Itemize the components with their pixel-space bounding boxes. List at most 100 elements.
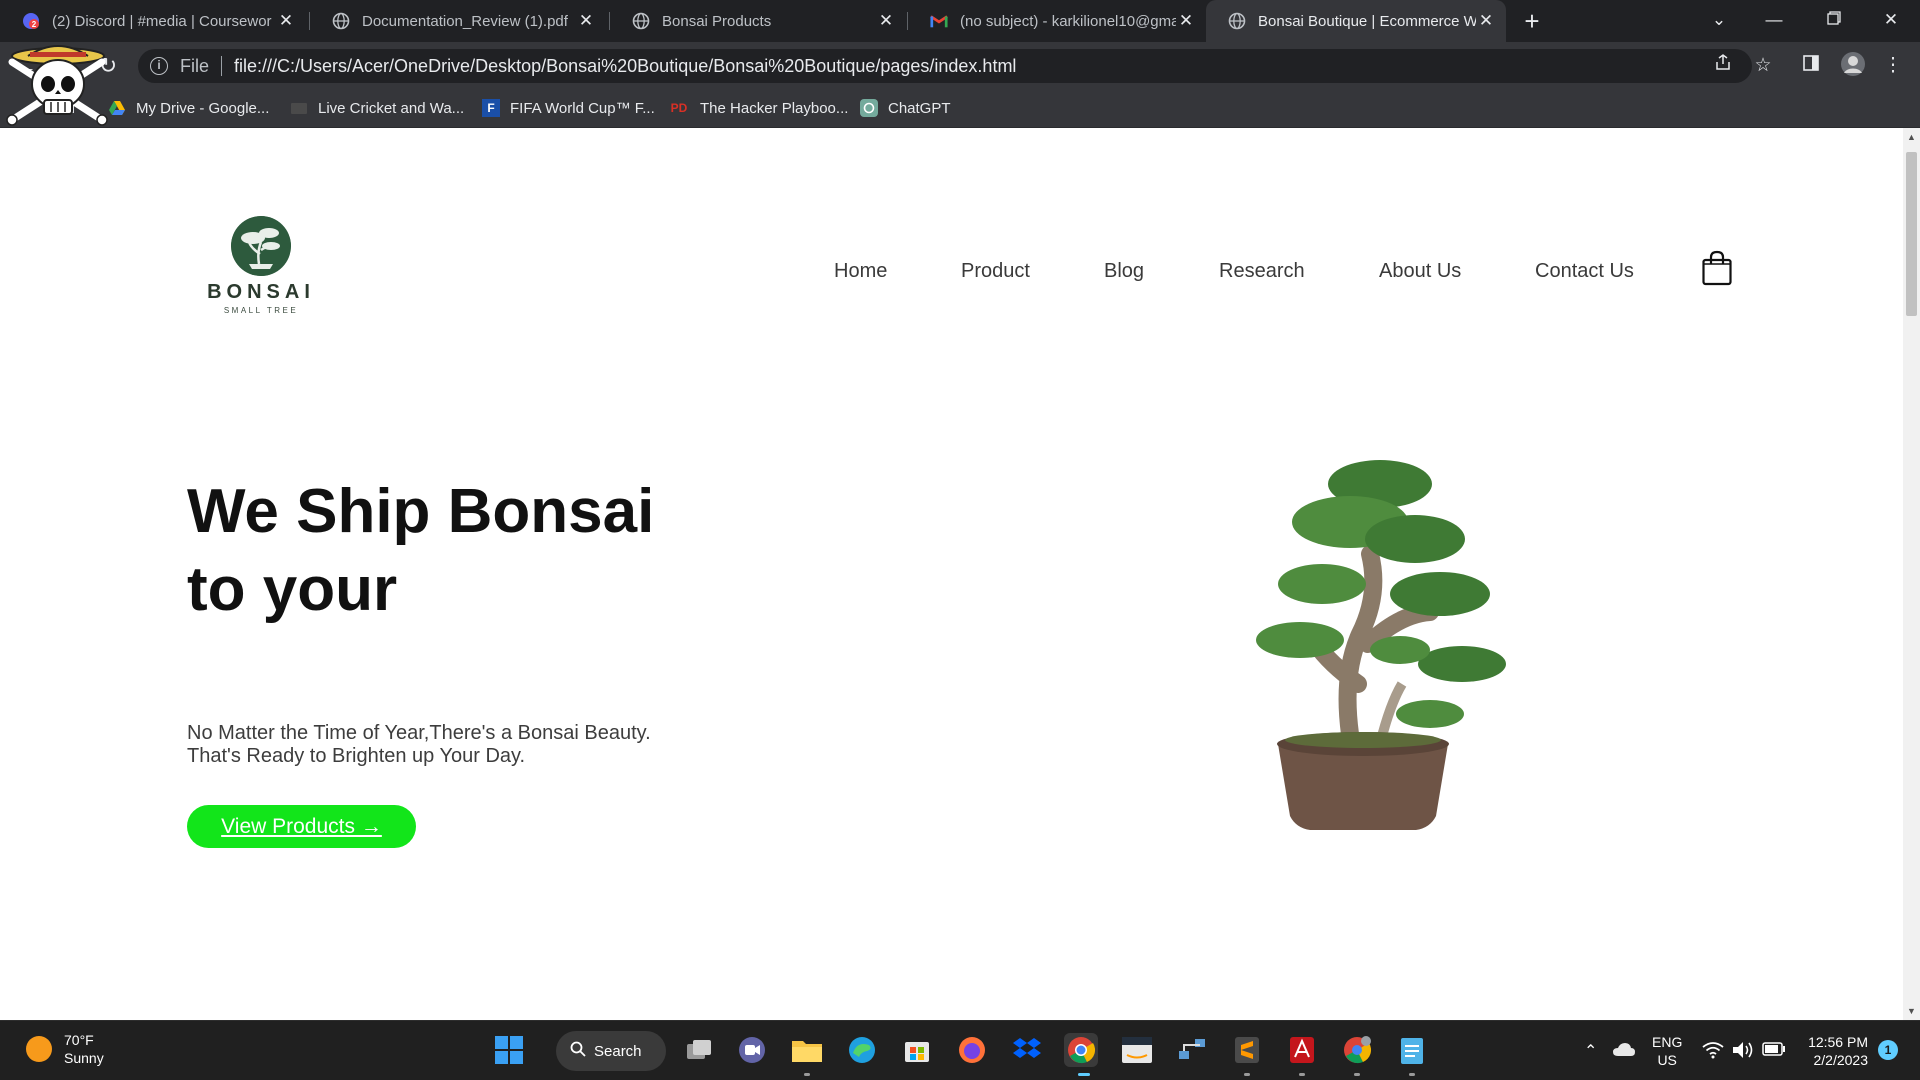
bookmark-hacker-playbook[interactable]: PD The Hacker Playboo...: [668, 90, 849, 126]
language-indicator[interactable]: ENG US: [1652, 1033, 1682, 1069]
windows-taskbar: 70°F Sunny Search ⌃ ENG US 12:56 PM 2/2/…: [0, 1020, 1920, 1080]
amazon-icon[interactable]: [1120, 1033, 1154, 1067]
svg-text:2: 2: [32, 20, 37, 29]
share-icon[interactable]: [1708, 51, 1738, 81]
tab-bonsai-boutique[interactable]: Bonsai Boutique | Ecommerce W ✕: [1206, 0, 1506, 42]
microsoft-store-icon[interactable]: [900, 1033, 934, 1067]
side-panel-icon[interactable]: [1796, 51, 1826, 81]
battery-icon[interactable]: [1762, 1042, 1786, 1059]
windows-start-icon[interactable]: [492, 1033, 526, 1067]
profile-avatar[interactable]: [1838, 51, 1868, 81]
chrome-icon[interactable]: [1064, 1033, 1098, 1067]
nav-blog[interactable]: Blog: [1104, 260, 1144, 283]
logo-brand: BONSAI: [207, 281, 315, 303]
running-indicator: [804, 1073, 810, 1076]
browser-tab-strip: 2 (2) Discord | #media | Coursewor ✕ Doc…: [0, 0, 1920, 42]
page-viewport: BONSAI SMALL TREE Home Product Blog Rese…: [0, 128, 1920, 1020]
notification-badge[interactable]: 1: [1878, 1040, 1898, 1060]
running-indicator: [1244, 1073, 1250, 1076]
task-view-icon[interactable]: [682, 1033, 716, 1067]
close-icon[interactable]: ✕: [276, 11, 296, 31]
bonsai-logo-icon: [231, 216, 291, 276]
hero-subtitle-line: That's Ready to Brighten up Your Day.: [187, 745, 526, 767]
notepad-icon[interactable]: [1395, 1033, 1429, 1067]
search-label: Search: [594, 1042, 642, 1060]
tab-discord[interactable]: 2 (2) Discord | #media | Coursewor ✕: [0, 0, 306, 42]
bookmark-label: My Drive - Google...: [136, 99, 270, 117]
address-url[interactable]: file:///C:/Users/Acer/OneDrive/Desktop/B…: [234, 56, 1016, 77]
sublime-text-icon[interactable]: [1230, 1033, 1264, 1067]
new-tab-button[interactable]: +: [1519, 6, 1545, 36]
tab-gmail[interactable]: (no subject) - karkilionel10@gma ✕: [908, 0, 1206, 42]
edge-icon[interactable]: [845, 1033, 879, 1067]
tv-icon: [290, 99, 308, 117]
bookmark-chatgpt[interactable]: ChatGPT: [860, 90, 951, 126]
running-indicator: [1354, 1073, 1360, 1076]
taskbar-search[interactable]: Search: [556, 1031, 666, 1071]
scroll-down-arrow-icon[interactable]: ▼: [1903, 1006, 1920, 1016]
volume-icon[interactable]: [1732, 1041, 1754, 1062]
site-logo[interactable]: BONSAI SMALL TREE: [191, 216, 331, 316]
chrome-profile-icon[interactable]: [1340, 1033, 1374, 1067]
close-icon[interactable]: ✕: [1476, 11, 1496, 31]
nav-home[interactable]: Home: [834, 260, 887, 283]
tab-bonsai-products[interactable]: Bonsai Products ✕: [610, 0, 906, 42]
discord-icon: 2: [22, 12, 40, 30]
nav-research[interactable]: Research: [1219, 260, 1305, 283]
clock-time: 12:56 PM: [1808, 1034, 1868, 1050]
info-icon[interactable]: i: [150, 57, 168, 75]
nav-about-us[interactable]: About Us: [1379, 260, 1461, 283]
tab-documentation-review[interactable]: Documentation_Review (1).pdf ✕: [310, 0, 606, 42]
tab-search-chevron-icon[interactable]: ⌄: [1690, 0, 1748, 42]
address-bar[interactable]: i File file:///C:/Users/Acer/OneDrive/De…: [138, 49, 1752, 83]
more-menu-icon[interactable]: ⋮: [1878, 51, 1908, 81]
nav-product[interactable]: Product: [961, 260, 1030, 283]
bookmark-live-cricket[interactable]: Live Cricket and Wa...: [290, 90, 464, 126]
skull-sticker-icon: [4, 44, 112, 128]
dropbox-icon[interactable]: [1010, 1033, 1044, 1067]
network-tool-icon[interactable]: [1175, 1033, 1209, 1067]
globe-icon: [1228, 12, 1246, 30]
restore-button[interactable]: [1805, 0, 1863, 42]
minimize-button[interactable]: —: [1745, 0, 1803, 42]
logo-tagline: SMALL TREE: [223, 306, 299, 315]
view-products-button[interactable]: View Products →: [187, 805, 416, 848]
scrollbar-thumb[interactable]: [1906, 152, 1917, 316]
clock-date: 2/2/2023: [1813, 1052, 1869, 1068]
bookmark-label: FIFA World Cup™ F...: [510, 99, 655, 117]
chatgpt-icon: [860, 99, 878, 117]
file-explorer-icon[interactable]: [790, 1033, 824, 1067]
teams-chat-icon[interactable]: [735, 1033, 769, 1067]
bookmarks-bar: ail My Drive - Google... Live Cricket an…: [0, 90, 1920, 128]
hero-subtitle-line: No Matter the Time of Year,There's a Bon…: [187, 722, 651, 744]
hero-title: We Ship Bonsai to your: [187, 473, 747, 629]
show-hidden-icons-chevron-icon[interactable]: ⌃: [1584, 1041, 1597, 1061]
firefox-icon[interactable]: [955, 1033, 989, 1067]
onedrive-icon[interactable]: [1612, 1041, 1636, 1060]
bookmark-my-drive[interactable]: My Drive - Google...: [108, 90, 269, 126]
bookmark-label: ChatGPT: [888, 99, 951, 117]
browser-toolbar: ← → ↻ i File file:///C:/Users/Acer/OneDr…: [0, 42, 1920, 90]
weather-widget[interactable]: 70°F Sunny: [26, 1031, 104, 1067]
acrobat-icon[interactable]: [1285, 1033, 1319, 1067]
close-icon[interactable]: ✕: [876, 11, 896, 31]
system-clock[interactable]: 12:56 PM 2/2/2023: [1804, 1033, 1868, 1069]
bookmark-label: The Hacker Playboo...: [700, 99, 849, 117]
hero-title-line: We Ship Bonsai: [187, 477, 655, 546]
tab-title: Documentation_Review (1).pdf: [362, 12, 568, 30]
wifi-icon[interactable]: [1702, 1041, 1724, 1062]
tab-title: Bonsai Boutique | Ecommerce W: [1258, 12, 1476, 30]
close-icon[interactable]: ✕: [576, 11, 596, 31]
fifa-icon: F: [482, 99, 500, 117]
nav-contact-us[interactable]: Contact Us: [1535, 260, 1634, 283]
page-scrollbar[interactable]: ▲ ▼: [1903, 128, 1920, 1020]
close-icon[interactable]: ✕: [1176, 11, 1196, 31]
address-divider: [221, 56, 223, 76]
bookmark-fifa[interactable]: F FIFA World Cup™ F...: [482, 90, 655, 126]
close-window-button[interactable]: ✕: [1862, 0, 1920, 42]
scroll-up-arrow-icon[interactable]: ▲: [1903, 132, 1920, 142]
active-indicator: [1078, 1073, 1090, 1076]
running-indicator: [1409, 1073, 1415, 1076]
shopping-bag-icon[interactable]: [1702, 250, 1732, 286]
bookmark-star-icon[interactable]: ☆: [1748, 51, 1778, 81]
